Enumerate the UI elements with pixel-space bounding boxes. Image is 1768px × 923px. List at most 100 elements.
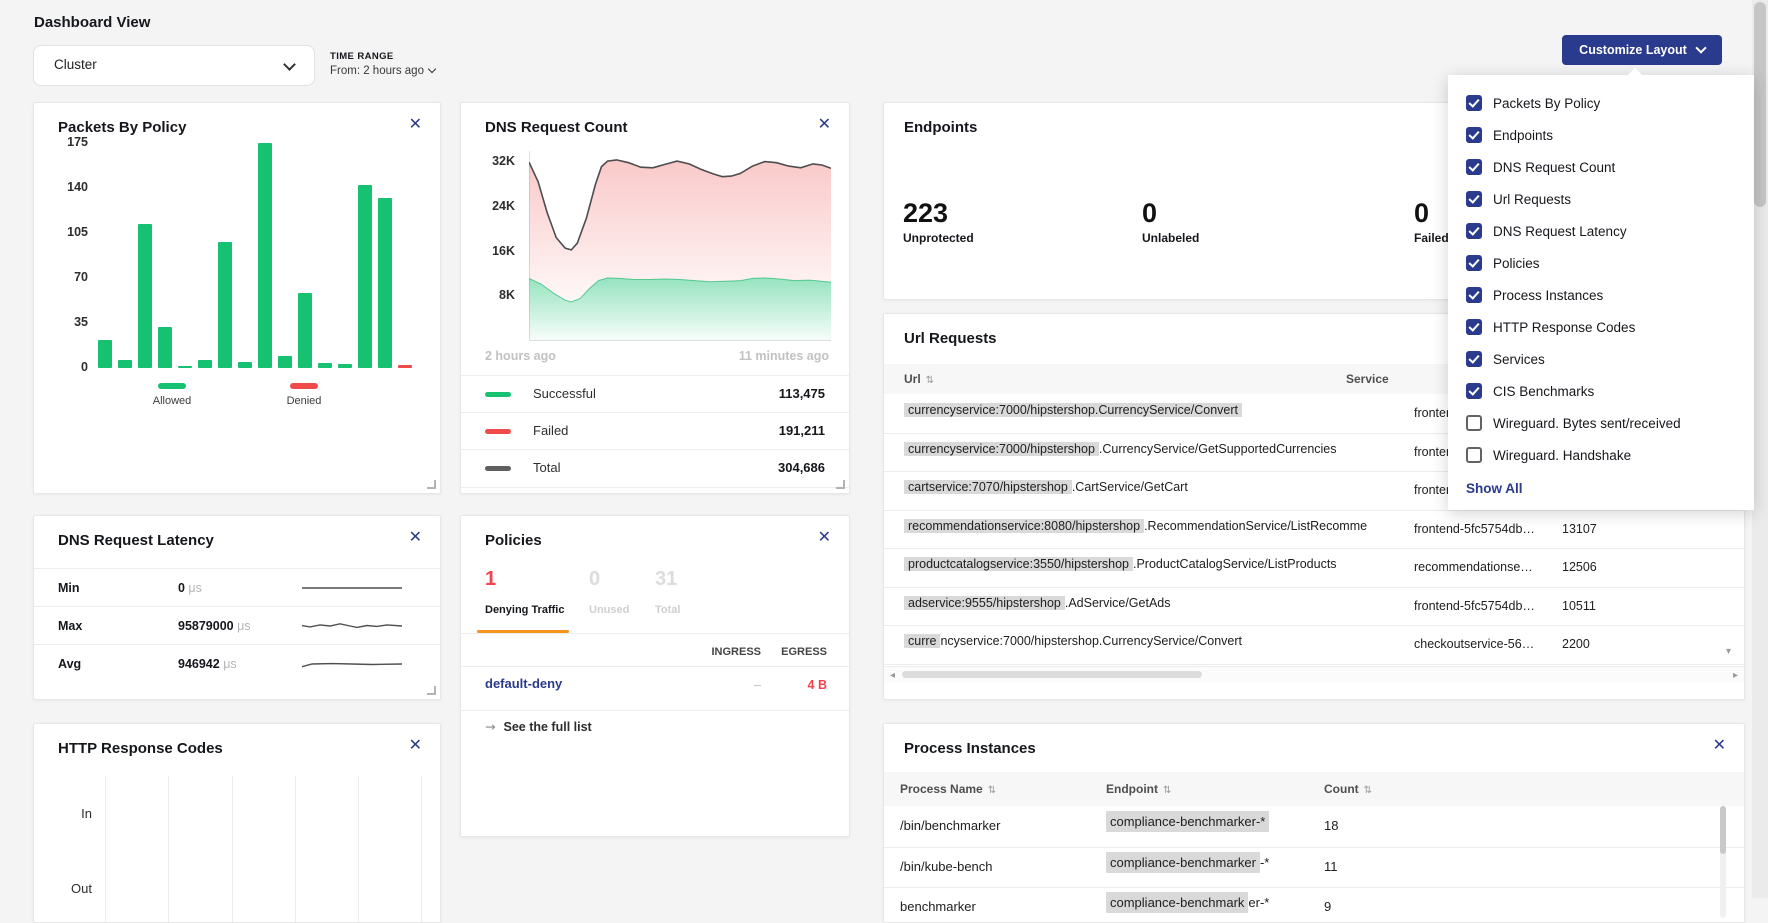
menu-item-process-instances[interactable]: Process Instances <box>1448 279 1754 311</box>
menu-item-label: Url Requests <box>1493 192 1571 207</box>
url-cell: currencyservice:7000/hipstershop.Currenc… <box>904 442 1337 456</box>
table-row[interactable]: currencyservice:7000/hipstershop.Currenc… <box>884 625 1744 665</box>
scroll-down-icon[interactable]: ▾ <box>1726 646 1731 657</box>
menu-item-policies[interactable]: Policies <box>1448 247 1754 279</box>
checkbox-policies[interactable] <box>1466 255 1482 271</box>
checkbox-url-requests[interactable] <box>1466 191 1482 207</box>
close-icon[interactable]: ✕ <box>409 116 422 132</box>
checkbox-wireguard-handshake[interactable] <box>1466 447 1482 463</box>
url-highlight: currencyservice:7000/hipstershop <box>904 442 1099 456</box>
row-label-out: Out <box>52 881 92 896</box>
scrollbar-thumb[interactable] <box>1754 2 1766 207</box>
tab-denying-traffic[interactable]: Denying Traffic <box>485 604 564 616</box>
view-selector[interactable]: Cluster <box>33 45 315 86</box>
legend-label-allowed: Allowed <box>127 395 217 407</box>
vertical-scrollbar[interactable] <box>1720 806 1726 918</box>
menu-item-url-requests[interactable]: Url Requests <box>1448 183 1754 215</box>
checkbox-process-instances[interactable] <box>1466 287 1482 303</box>
menu-item-packets-by-policy[interactable]: Packets By Policy <box>1448 87 1754 119</box>
sort-icon: ⇅ <box>926 375 934 386</box>
column-header-url[interactable]: Url⇅ <box>904 372 934 386</box>
tab-value-unused[interactable]: 0 <box>589 568 600 591</box>
policy-ingress-value: – <box>671 678 761 692</box>
time-range-selector[interactable]: From: 2 hours ago <box>330 65 435 77</box>
checkbox-cis-benchmarks[interactable] <box>1466 383 1482 399</box>
scrollbar-thumb[interactable] <box>902 671 1202 678</box>
service-cell: frontend-5fc5754db… <box>1414 522 1556 536</box>
column-header-service[interactable]: Service <box>1346 372 1389 386</box>
close-icon[interactable]: ✕ <box>818 529 831 545</box>
grid-line <box>232 776 233 923</box>
y-axis-tick: 175 <box>34 135 88 149</box>
menu-item-cis-benchmarks[interactable]: CIS Benchmarks <box>1448 375 1754 407</box>
url-cell: productcatalogservice:3550/hipstershop.P… <box>904 557 1337 571</box>
scroll-right-icon[interactable]: ▸ <box>1733 670 1738 681</box>
checkbox-http-response-codes[interactable] <box>1466 319 1482 335</box>
scroll-left-icon[interactable]: ◂ <box>890 670 895 681</box>
bar-allowed <box>258 143 272 368</box>
table-row[interactable]: /bin/kube-benchcompliance-benchmarker-*1… <box>884 847 1744 889</box>
tab-value-denying-traffic[interactable]: 1 <box>485 568 496 591</box>
checkbox-endpoints[interactable] <box>1466 127 1482 143</box>
column-header-egress: EGRESS <box>751 646 827 658</box>
tab-value-total[interactable]: 31 <box>655 568 677 591</box>
show-all-link[interactable]: Show All <box>1466 481 1754 496</box>
checkbox-dns-request-latency[interactable] <box>1466 223 1482 239</box>
legend-swatch-allowed <box>158 383 186 389</box>
check-icon <box>1468 288 1479 299</box>
tab-total[interactable]: Total <box>655 604 680 616</box>
checkbox-wireguard-bytes-sent-received[interactable] <box>1466 415 1482 431</box>
column-header-process-name[interactable]: Process Name⇅ <box>900 782 996 796</box>
scrollbar-thumb[interactable] <box>1720 806 1726 854</box>
table-row[interactable]: benchmarkercompliance-benchmarker-*9 <box>884 887 1744 923</box>
menu-item-wireguard-bytes-sent-received[interactable]: Wireguard. Bytes sent/received <box>1448 407 1754 439</box>
menu-item-dns-request-latency[interactable]: DNS Request Latency <box>1448 215 1754 247</box>
checkbox-packets-by-policy[interactable] <box>1466 95 1482 111</box>
arrow-right-icon: → <box>485 719 495 734</box>
column-header-count[interactable]: Count⇅ <box>1324 782 1372 796</box>
menu-item-services[interactable]: Services <box>1448 343 1754 375</box>
checkbox-services[interactable] <box>1466 351 1482 367</box>
card-http-response-codes: HTTP Response Codes ✕ InOut <box>33 723 441 923</box>
customize-layout-menu: Packets By PolicyEndpointsDNS Request Co… <box>1448 75 1754 510</box>
y-axis-tick: 8K <box>461 288 515 302</box>
column-header-ingress: INGRESS <box>671 646 761 658</box>
policy-link[interactable]: default-deny <box>485 676 562 691</box>
latency-value: 0 μs <box>178 581 202 595</box>
page-scrollbar[interactable] <box>1752 0 1768 898</box>
resize-handle-icon[interactable] <box>427 480 436 489</box>
menu-item-endpoints[interactable]: Endpoints <box>1448 119 1754 151</box>
close-icon[interactable]: ✕ <box>818 116 831 132</box>
latency-value: 946942 μs <box>178 657 237 671</box>
menu-item-dns-request-count[interactable]: DNS Request Count <box>1448 151 1754 183</box>
y-axis-tick: 16K <box>461 244 515 258</box>
horizontal-scrollbar[interactable]: ◂ ▸ <box>884 666 1744 683</box>
see-full-list-link[interactable]: →See the full list <box>485 719 592 734</box>
close-icon[interactable]: ✕ <box>409 737 422 753</box>
metric-value: 0 <box>1414 198 1429 229</box>
endpoint-rest: -* <box>1260 855 1269 870</box>
table-row[interactable]: productcatalogservice:3550/hipstershop.P… <box>884 548 1744 588</box>
tab-unused[interactable]: Unused <box>589 604 629 616</box>
table-row[interactable]: recommendationservice:8080/hipstershop.R… <box>884 510 1744 550</box>
view-selector-value: Cluster <box>54 57 97 72</box>
menu-item-wireguard-handshake[interactable]: Wireguard. Handshake <box>1448 439 1754 471</box>
resize-handle-icon[interactable] <box>427 686 436 695</box>
column-header-endpoint[interactable]: Endpoint⇅ <box>1106 782 1171 796</box>
card-title: Url Requests <box>904 330 997 347</box>
close-icon[interactable]: ✕ <box>1713 737 1726 753</box>
chevron-down-icon <box>1695 42 1706 53</box>
card-process-instances: Process Instances ✕ Process Name⇅ Endpoi… <box>883 723 1745 923</box>
url-cell: currencyservice:7000/hipstershop.Currenc… <box>904 634 1242 648</box>
table-row[interactable]: adservice:9555/hipstershop.AdService/Get… <box>884 587 1744 627</box>
dns-request-count-chart <box>529 151 831 341</box>
close-icon[interactable]: ✕ <box>409 529 422 545</box>
bar-allowed <box>218 242 232 368</box>
resize-handle-icon[interactable] <box>836 480 845 489</box>
checkbox-dns-request-count[interactable] <box>1466 159 1482 175</box>
menu-item-http-response-codes[interactable]: HTTP Response Codes <box>1448 311 1754 343</box>
card-dns-request-count: DNS Request Count ✕ 32K24K16K8K 2 hours … <box>460 102 850 494</box>
table-row[interactable]: /bin/benchmarkercompliance-benchmarker-*… <box>884 806 1744 848</box>
customize-layout-button[interactable]: Customize Layout <box>1562 35 1722 65</box>
card-title: HTTP Response Codes <box>58 740 223 757</box>
